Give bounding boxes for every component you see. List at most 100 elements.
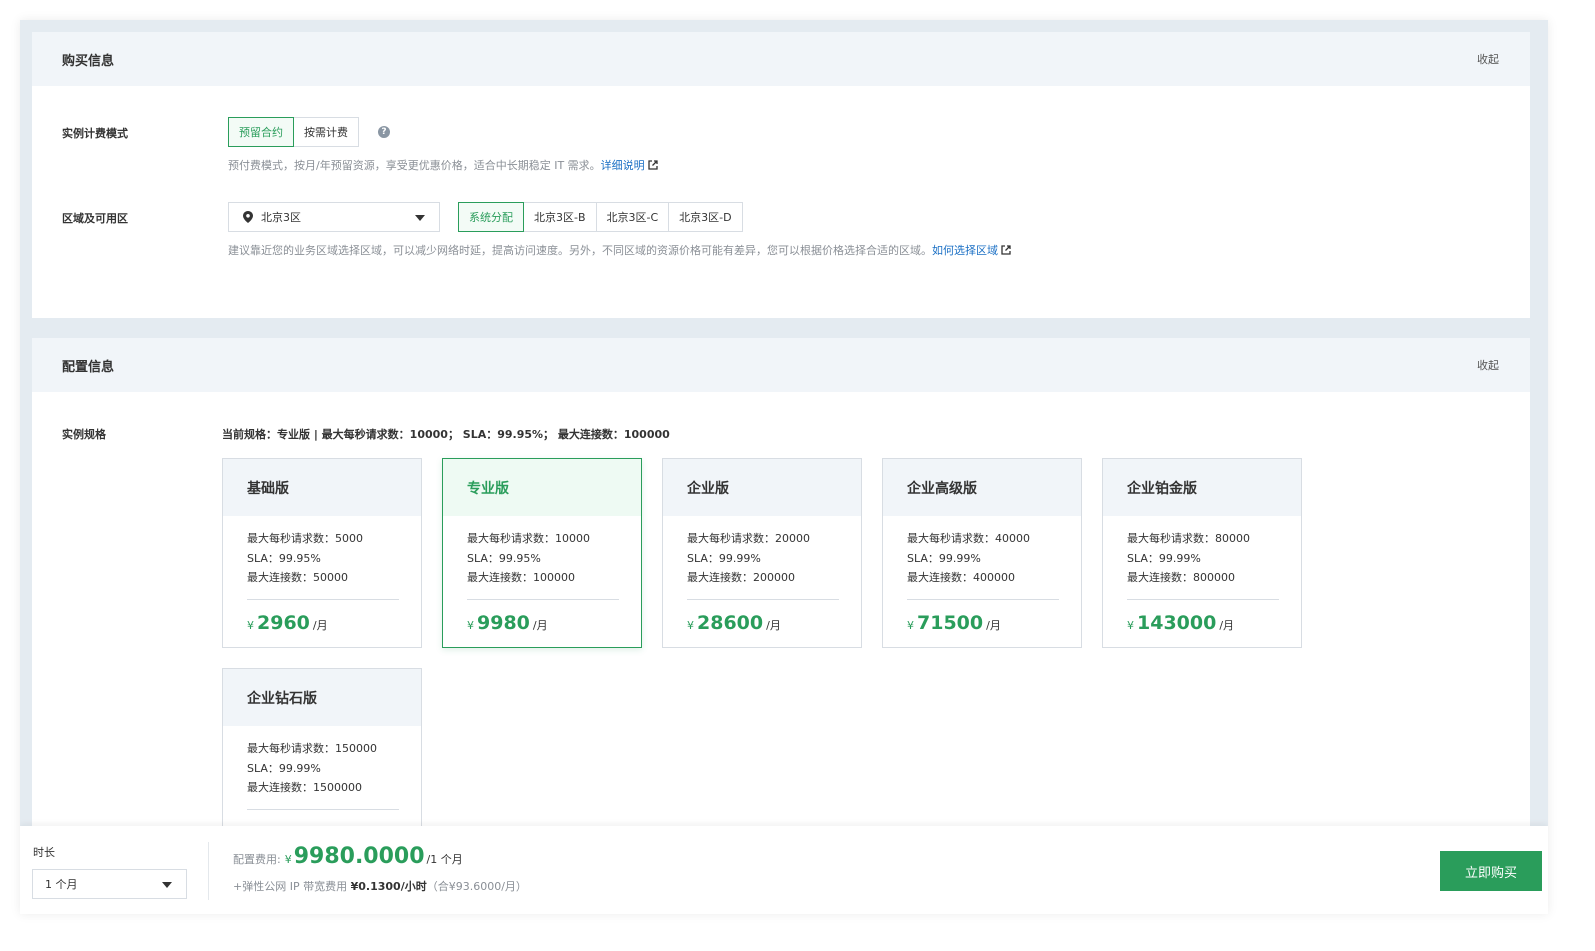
current-spec-summary: 当前规格：专业版 | 最大每秒请求数：10000； SLA：99.95%； 最大…	[222, 428, 670, 441]
plan-max-qps: 最大每秒请求数：40000	[907, 532, 1030, 545]
billing-option-reserved[interactable]: 预留合约	[228, 117, 294, 147]
config-fee-period: /1 个月	[426, 853, 463, 866]
external-link-icon	[648, 160, 658, 170]
plan-max-qps: 最大每秒请求数：150000	[247, 742, 377, 755]
plan-max-qps: 最大每秒请求数：10000	[467, 532, 590, 545]
plan-price-unit: /月	[312, 618, 328, 632]
billing-hint-text: 预付费模式，按月/年预留资源，享受更优惠价格，适合中长期稳定 IT 需求。	[228, 159, 601, 172]
plan-price-currency: ¥	[687, 618, 694, 632]
location-pin-icon	[243, 211, 253, 223]
plan-price: ¥71500/月	[907, 612, 1057, 634]
buy-now-button[interactable]: 立即购买	[1440, 851, 1542, 891]
purchase-info-header: 购买信息 收起	[32, 32, 1530, 86]
plan-sla: SLA：99.99%	[247, 761, 321, 775]
config-info-title: 配置信息	[62, 359, 115, 375]
plan-price-amount: 143000	[1137, 611, 1217, 634]
plan-max-connections: 最大连接数：200000	[687, 571, 795, 584]
config-fee-currency: ¥	[284, 853, 292, 866]
plan-card-title: 基础版	[223, 459, 421, 516]
plan-card-title: 企业铂金版	[1103, 459, 1301, 516]
plan-max-connections: 最大连接数：400000	[907, 571, 1015, 584]
zone-option-auto[interactable]: 系统分配	[458, 202, 524, 232]
plan-card-body: 最大每秒请求数：5000 SLA：99.95% 最大连接数：50000 ¥2960/月	[223, 516, 421, 634]
divider	[247, 598, 399, 600]
plan-card-body: 最大每秒请求数：40000 SLA：99.99% 最大连接数：400000 ¥7150…	[883, 516, 1081, 634]
divider	[907, 598, 1059, 600]
plan-card-title: 企业版	[663, 459, 861, 516]
zone-option-d[interactable]: 北京3区-D	[668, 202, 743, 232]
zone-option-b[interactable]: 北京3区-B	[523, 202, 597, 232]
plan-max-qps: 最大每秒请求数：20000	[687, 532, 810, 545]
plan-max-qps: 最大每秒请求数：5000	[247, 532, 363, 545]
plan-card[interactable]: 企业高级版最大每秒请求数：40000 SLA：99.99% 最大连接数：400000…	[882, 458, 1082, 648]
plan-max-qps: 最大每秒请求数：80000	[1127, 532, 1250, 545]
plan-card-title: 专业版	[443, 459, 641, 516]
external-link-icon	[1001, 245, 1011, 255]
plan-price-unit: /月	[532, 618, 548, 632]
plan-price-amount: 71500	[917, 611, 984, 634]
plan-price-amount: 2960	[257, 611, 310, 634]
chevron-down-icon	[162, 882, 172, 888]
plan-max-connections: 最大连接数：800000	[1127, 571, 1235, 584]
plan-price-unit: /月	[986, 618, 1001, 632]
duration-select[interactable]: 1 个月	[32, 869, 187, 899]
config-info-header: 配置信息 收起	[32, 338, 1530, 392]
plan-card[interactable]: 企业版 最大每秒请求数：20000 SLA：99.99% 最大连接数：200000 ¥2…	[662, 458, 862, 648]
billing-mode-group: 预留合约 按需计费	[228, 117, 359, 147]
billing-detail-link[interactable]: 详细说明	[601, 159, 658, 172]
plan-price-currency: ¥	[907, 618, 914, 632]
billing-hint: 预付费模式，按月/年预留资源，享受更优惠价格，适合中长期稳定 IT 需求。详细说…	[228, 157, 658, 173]
page-frame: 购买信息 收起 实例计费模式 预留合约 按需计费 ? 预付费模式，按月/年预留资…	[20, 20, 1548, 914]
billing-mode-label: 实例计费模式	[62, 127, 128, 140]
plan-card-body: 最大每秒请求数：20000 SLA：99.99% 最大连接数：200000 ¥2860…	[663, 516, 861, 634]
plan-sla: SLA：99.99%	[907, 551, 981, 565]
region-hint: 建议靠近您的业务区域选择区域，可以减少网络时延，提高访问速度。另外，不同区域的资…	[228, 242, 1011, 258]
plan-card[interactable]: 基础版 最大每秒请求数：5000 SLA：99.95% 最大连接数：50000 ¥296…	[222, 458, 422, 648]
plan-card-title: 企业钻石版	[223, 669, 421, 726]
purchase-info-title: 购买信息	[62, 53, 115, 69]
plan-card[interactable]: 企业铂金版最大每秒请求数：80000 SLA：99.99% 最大连接数：800000…	[1102, 458, 1302, 648]
eip-fee-rate: ¥0.1300/小时	[350, 880, 427, 893]
region-select[interactable]: 北京3区	[228, 202, 440, 232]
zone-group: 系统分配 北京3区-B 北京3区-C 北京3区-D	[458, 202, 743, 232]
plan-max-connections: 最大连接数：100000	[467, 571, 575, 584]
zone-option-c[interactable]: 北京3区-C	[595, 202, 670, 232]
plan-price-unit: /月	[1219, 618, 1235, 632]
billing-option-on-demand[interactable]: 按需计费	[293, 117, 359, 147]
plan-price-unit: /月	[766, 618, 781, 632]
plan-max-connections: 最大连接数：1500000	[247, 781, 362, 794]
instance-spec-label: 实例规格	[62, 428, 106, 441]
eip-fee-prefix: +弹性公网 IP 带宽费用	[233, 880, 348, 893]
plan-price-currency: ¥	[1127, 618, 1134, 632]
region-guide-link[interactable]: 如何选择区域	[932, 244, 1011, 257]
billing-detail-link-text: 详细说明	[600, 159, 645, 172]
plan-card[interactable]: 专业版最大每秒请求数：10000 SLA：99.95% 最大连接数：100000 ¥9…	[442, 458, 642, 648]
plan-price: ¥143000/月	[1127, 612, 1277, 634]
purchase-info-collapse-link[interactable]: 收起	[1477, 51, 1499, 67]
divider	[467, 598, 619, 600]
divider	[208, 842, 209, 900]
chevron-down-icon	[415, 215, 425, 221]
duration-select-value: 1 个月	[45, 878, 78, 891]
plan-price-currency: ¥	[247, 618, 254, 632]
eip-fee-note: （合¥93.6000/月）	[426, 880, 527, 893]
order-bottom-bar: 时长 1 个月 配置费用: ¥9980.0000/1 个月 +弹性公网 IP 带宽…	[20, 826, 1548, 914]
divider	[687, 598, 839, 600]
duration-label: 时长	[33, 846, 55, 859]
config-fee-label: 配置费用:	[233, 853, 281, 866]
plan-sla: SLA：99.95%	[467, 551, 541, 565]
question-icon[interactable]: ?	[378, 126, 390, 138]
divider	[247, 808, 399, 810]
config-info-collapse-link[interactable]: 收起	[1477, 357, 1499, 373]
plan-card-body: 最大每秒请求数：80000 SLA：99.99% 最大连接数：800000 ¥1430…	[1103, 516, 1301, 634]
config-fee: 配置费用: ¥9980.0000/1 个月	[233, 844, 463, 869]
plan-price: ¥9980/月	[467, 612, 617, 634]
plan-card-title: 企业高级版	[883, 459, 1081, 516]
plan-sla: SLA：99.99%	[687, 551, 761, 565]
divider	[1127, 598, 1279, 600]
plan-sla: SLA：99.95%	[247, 551, 321, 565]
region-hint-text: 建议靠近您的业务区域选择区域，可以减少网络时延，提高访问速度。另外，不同区域的资…	[228, 244, 932, 257]
region-label: 区域及可用区	[62, 212, 128, 225]
plan-sla: SLA：99.99%	[1127, 551, 1201, 565]
plan-price: ¥2960/月	[247, 612, 397, 634]
